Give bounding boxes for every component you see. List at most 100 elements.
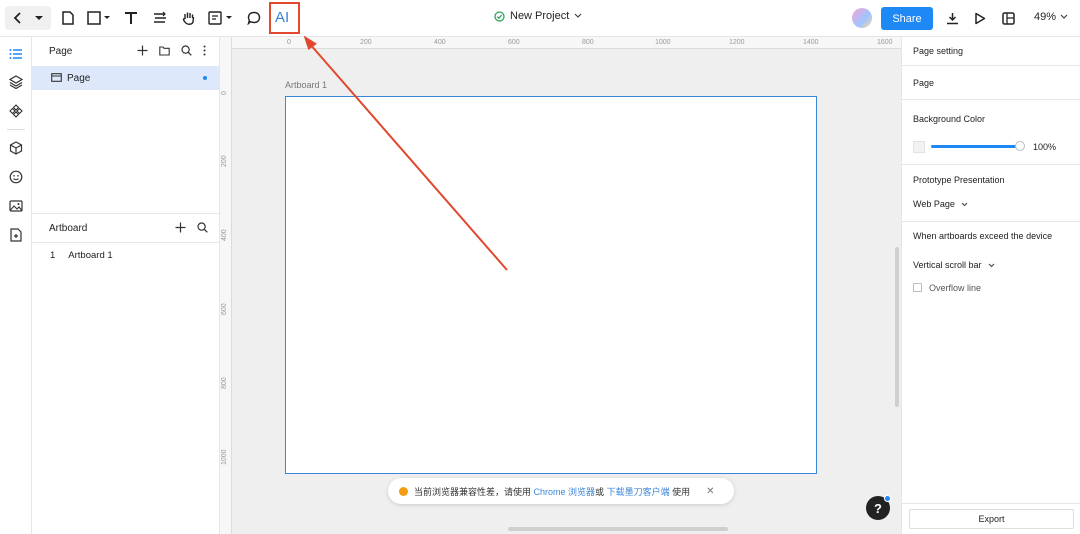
image-icon[interactable] <box>8 198 24 214</box>
ruler-tick-label: 0 <box>221 91 228 95</box>
bg-color-swatch[interactable] <box>913 141 925 153</box>
ruler-tick-label: 1000 <box>221 449 228 465</box>
artboard-index: 1 <box>50 250 56 261</box>
ruler-tick-label: 800 <box>582 39 594 46</box>
chevron-down-icon[interactable] <box>33 8 45 28</box>
panel-divider <box>902 99 1080 100</box>
import-file-icon[interactable] <box>8 227 24 243</box>
folder-icon[interactable] <box>159 45 170 56</box>
ai-tool-button[interactable]: AI <box>275 9 289 26</box>
chevron-down-icon <box>1060 14 1068 19</box>
page-icon[interactable] <box>60 8 76 28</box>
presentation-dropdown[interactable]: Web Page <box>913 199 968 209</box>
vertical-scrollbar[interactable] <box>895 247 899 407</box>
browser-compat-notice: 当前浏览器兼容性差，请使用 Chrome 浏览器或 下载墨刀客户端 使用 ✕ <box>388 478 734 504</box>
emoji-icon[interactable] <box>8 169 24 185</box>
comment-icon[interactable] <box>246 8 262 28</box>
notice-text-part: 使用 <box>672 486 691 497</box>
note-tool-icon[interactable] <box>207 8 235 28</box>
ruler-tick-label: 600 <box>221 303 228 315</box>
zoom-dropdown[interactable]: 49% <box>1034 11 1068 23</box>
scroll-mode-value: Vertical scroll bar <box>913 260 982 270</box>
connector-tool-icon[interactable] <box>152 8 168 28</box>
horizontal-ruler: 0 200 400 600 800 1000 1200 1400 1600 <box>220 37 901 49</box>
prototype-label: Prototype Presentation <box>913 175 1005 185</box>
chrome-browser-link[interactable]: Chrome 浏览器 <box>534 487 596 497</box>
play-preview-icon[interactable] <box>972 8 988 28</box>
more-options-icon[interactable] <box>203 45 206 56</box>
artboards-header: Artboard <box>49 223 88 234</box>
panel-title: Page setting <box>913 46 964 56</box>
overflow-line-label: Overflow line <box>929 283 982 293</box>
close-icon[interactable]: ✕ <box>706 486 714 497</box>
opacity-slider-handle[interactable] <box>1015 141 1025 151</box>
back-arrow-icon[interactable] <box>10 8 26 28</box>
project-title-dropdown[interactable]: New Project <box>494 10 582 22</box>
page-frame-icon <box>51 73 62 82</box>
chevron-down-icon <box>961 202 968 206</box>
artboard-title[interactable]: Artboard 1 <box>285 80 327 90</box>
text-tool-icon[interactable] <box>123 8 139 28</box>
saved-check-icon <box>494 10 505 22</box>
top-toolbar: AI New Project Share 49% <box>0 0 1080 37</box>
cube-icon[interactable] <box>8 140 24 156</box>
ruler-tick-label: 0 <box>287 39 291 46</box>
hand-tool-icon[interactable] <box>181 8 197 28</box>
export-button[interactable]: Export <box>909 509 1074 529</box>
overflow-line-checkbox[interactable] <box>913 283 922 292</box>
opacity-slider[interactable] <box>931 145 1019 148</box>
layers-icon[interactable] <box>8 74 24 90</box>
artboard-item-label: Artboard 1 <box>68 250 113 261</box>
ruler-tick-label: 1600 <box>877 39 893 46</box>
panel-divider <box>32 242 219 243</box>
page-item-label: Page <box>67 73 91 84</box>
rectangle-tool-icon[interactable] <box>86 8 112 28</box>
left-icon-rail <box>0 37 32 534</box>
panel-divider <box>902 65 1080 66</box>
search-icon[interactable] <box>181 45 192 56</box>
ruler-tick-label: 800 <box>221 377 228 389</box>
share-button[interactable]: Share <box>881 7 933 30</box>
opacity-value[interactable]: 100% <box>1033 142 1056 152</box>
pages-header: Page <box>49 46 73 57</box>
zoom-level: 49% <box>1034 11 1057 23</box>
panel-divider <box>902 221 1080 222</box>
ruler-tick-label: 1000 <box>655 39 671 46</box>
ruler-tick-label: 200 <box>221 155 228 167</box>
bg-color-label: Background Color <box>913 114 986 124</box>
ruler-tick-label: 1400 <box>803 39 819 46</box>
chevron-down-icon <box>988 263 994 267</box>
design-canvas[interactable]: 0 200 400 600 800 1000 1200 1400 1600 0 … <box>220 37 901 534</box>
ruler-tick-label: 400 <box>434 39 446 46</box>
panel-divider <box>902 164 1080 165</box>
add-artboard-icon[interactable] <box>175 222 186 233</box>
ruler-tick-label: 400 <box>221 229 228 241</box>
notice-text: 当前浏览器兼容性差，请使用 Chrome 浏览器或 下载墨刀客户端 使用 <box>414 485 690 498</box>
notice-text-part: 当前浏览器兼容性差，请使用 <box>414 486 532 497</box>
download-client-link[interactable]: 下载墨刀客户端 <box>607 487 670 497</box>
presentation-value: Web Page <box>913 199 955 209</box>
current-page-dot <box>203 76 207 80</box>
outline-list-icon[interactable] <box>8 46 24 62</box>
panel-divider <box>32 213 219 214</box>
notification-dot <box>884 495 891 502</box>
page-list-item[interactable]: Page <box>32 66 219 90</box>
horizontal-scrollbar[interactable] <box>508 527 728 531</box>
layout-panel-icon[interactable] <box>1000 8 1016 28</box>
search-icon[interactable] <box>197 222 208 233</box>
download-icon[interactable] <box>944 8 960 28</box>
components-icon[interactable] <box>8 103 24 119</box>
artboard-frame[interactable] <box>285 96 817 474</box>
user-avatar[interactable] <box>852 8 872 28</box>
warning-icon <box>399 486 408 496</box>
page-settings-panel: Page setting Page Background Color 100% … <box>901 37 1080 534</box>
add-page-icon[interactable] <box>137 45 148 56</box>
panel-divider <box>902 503 1080 504</box>
artboard-tools <box>175 222 208 233</box>
artboard-list-item[interactable]: 1 Artboard 1 <box>50 250 113 261</box>
rail-divider <box>7 129 25 130</box>
scroll-mode-dropdown[interactable]: Vertical scroll bar <box>913 260 995 270</box>
page-section-label: Page <box>913 78 935 88</box>
ruler-tick-label: 1200 <box>729 39 745 46</box>
exceed-label: When artboards exceed the device <box>913 231 1053 241</box>
